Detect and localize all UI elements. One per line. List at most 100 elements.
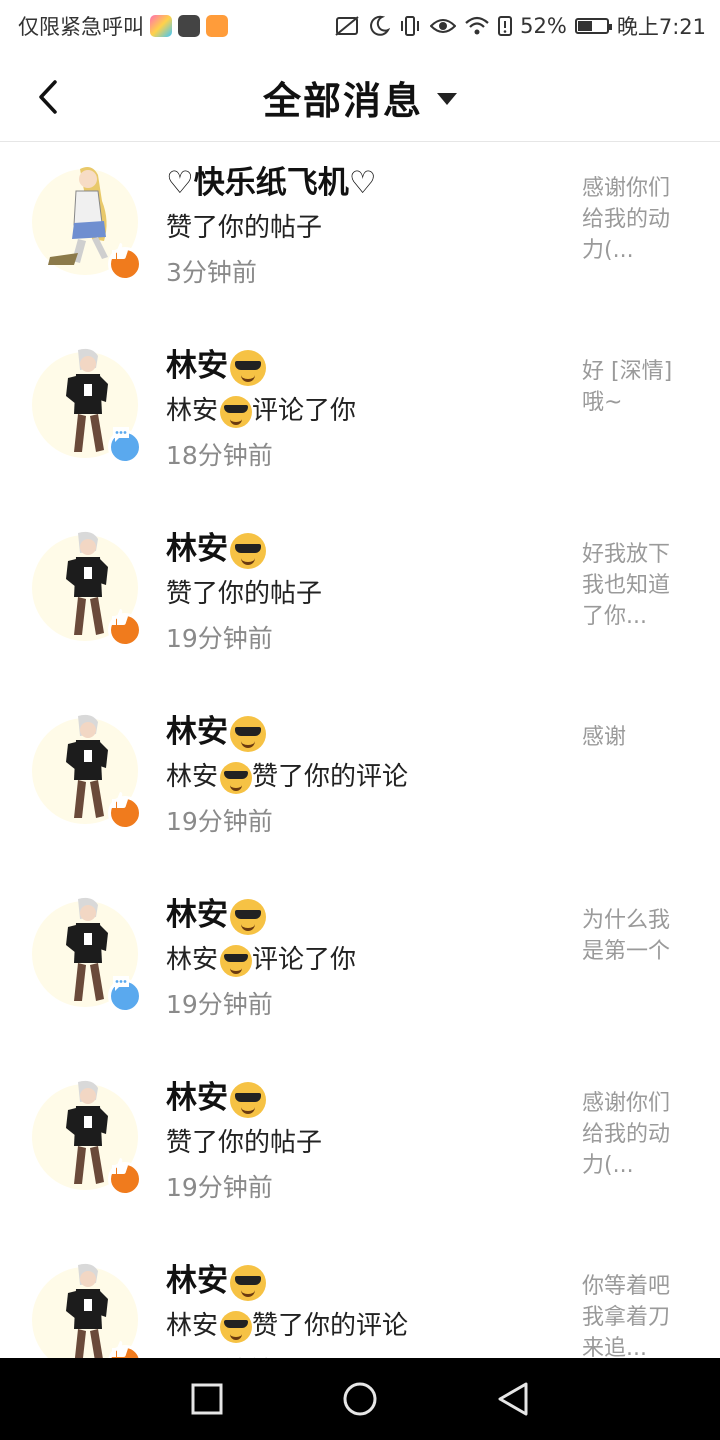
battery-icon <box>574 18 612 34</box>
sunglasses-emoji-icon <box>220 761 253 794</box>
action-text: 林安 评论了你 <box>166 390 356 428</box>
avatar[interactable] <box>32 531 142 647</box>
sender-name-text: 林安 <box>166 897 228 933</box>
home-icon <box>343 1382 377 1416</box>
huawei-app-icon <box>178 15 200 37</box>
sunglasses-emoji-icon <box>230 349 266 386</box>
content-snippet[interactable]: 感谢 <box>582 722 690 753</box>
avatar[interactable] <box>32 714 142 830</box>
sender-name[interactable]: 林安 <box>166 1255 266 1301</box>
chat-bubble-icon <box>113 427 129 442</box>
avatar[interactable] <box>32 897 142 1013</box>
header: 全部消息 <box>0 52 720 142</box>
back-button[interactable] <box>28 74 68 120</box>
content-snippet[interactable]: 感谢你们给我的动力(... <box>582 173 690 266</box>
action-verb: 赞了你的帖子 <box>166 1128 323 1158</box>
action-verb: 评论了你 <box>252 945 357 975</box>
action-actor: 林安 <box>166 1311 219 1341</box>
action-verb: 赞了你的评论 <box>252 762 409 792</box>
message-item[interactable]: 林安 林安 评论了你 19分钟前 为什么我是第一个 <box>0 875 720 1058</box>
sender-name[interactable]: 林安 <box>166 523 266 569</box>
content-snippet[interactable]: 感谢你们给我的动力(... <box>582 1088 690 1181</box>
timestamp: 19分钟前 <box>166 624 273 653</box>
avatar[interactable] <box>32 1080 142 1196</box>
sender-name[interactable]: 林安 <box>166 889 266 935</box>
message-item[interactable]: 林安赞了你的帖子 19分钟前 好我放下我也知道了你... <box>0 509 720 692</box>
like-badge <box>108 243 142 281</box>
sender-name-text: 林安 <box>166 531 228 567</box>
sender-name[interactable]: 林安 <box>166 340 266 386</box>
content-snippet[interactable]: 好 [深情] 哦~ <box>582 356 690 418</box>
page-title: 全部消息 <box>262 78 423 123</box>
message-list[interactable]: ♡快乐纸飞机♡ 赞了你的帖子 3分钟前 感谢你们给我的动力(... 林安 林安 评论了你 18… <box>0 143 720 1358</box>
like-badge <box>108 609 142 647</box>
sender-name-text: 林安 <box>166 1263 228 1299</box>
sender-name-text: 林安 <box>166 714 228 750</box>
battery-fill <box>577 21 593 31</box>
message-item[interactable]: 林安 林安 评论了你 18分钟前好 [深情] 哦~ <box>0 326 720 509</box>
sunglasses-emoji-icon <box>230 1264 266 1301</box>
status-left: 仅限紧急呼叫 <box>18 11 228 41</box>
action-text: 赞了你的帖子 <box>166 1122 322 1159</box>
action-text: 林安 赞了你的评论 <box>166 756 408 794</box>
thumbs-up-icon <box>112 609 128 625</box>
sunglasses-emoji-icon <box>230 715 266 752</box>
timestamp: 19分钟前 <box>166 990 273 1019</box>
sunglasses-emoji-icon <box>230 1081 266 1118</box>
action-actor: 林安 <box>166 396 219 426</box>
status-bar: 仅限紧急呼叫 52% 晚上7:21 <box>0 0 720 52</box>
back-nav-button[interactable] <box>483 1369 543 1429</box>
sunglasses-emoji-icon <box>220 944 253 977</box>
thumbs-up-icon <box>112 792 128 808</box>
avatar[interactable] <box>32 348 142 464</box>
sender-name-text: 林安 <box>166 1080 228 1116</box>
like-badge <box>108 1158 142 1196</box>
recent-apps-button[interactable] <box>177 1369 237 1429</box>
action-actor: 林安 <box>166 762 219 792</box>
clock: 晚上7:21 <box>616 15 706 39</box>
sunglasses-emoji-icon <box>220 395 253 428</box>
comment-badge <box>108 427 142 464</box>
action-verb: 评论了你 <box>252 396 357 426</box>
message-item[interactable]: 林安 赞了你的帖子 19分钟前 感谢你们给我的动力(... <box>0 1058 720 1241</box>
action-actor: 林安 <box>166 945 219 975</box>
action-text: 赞了你的帖子 <box>166 573 322 610</box>
sender-name[interactable]: ♡快乐纸飞机♡ <box>166 157 377 202</box>
back-triangle-icon <box>498 1382 528 1416</box>
content-snippet[interactable]: 为什么我是第一个 <box>582 905 690 967</box>
home-button[interactable] <box>330 1369 390 1429</box>
thumbs-up-icon <box>112 1341 128 1357</box>
wifi-icon <box>464 15 490 37</box>
chevron-left-icon <box>39 80 57 114</box>
action-text: 赞了你的帖子 <box>166 207 322 244</box>
content-snippet[interactable]: 你等着吧我拿着刀来追... <box>582 1271 690 1358</box>
moon-icon <box>368 15 391 37</box>
sunglasses-emoji-icon <box>230 898 266 935</box>
video-app-icon <box>206 15 228 37</box>
no-sim-icon <box>334 15 360 37</box>
thumbs-up-icon <box>112 1158 128 1174</box>
sender-name-text: ♡快乐纸飞机♡ <box>166 165 377 201</box>
alert-battery-icon <box>498 15 513 37</box>
action-verb: 赞了你的帖子 <box>166 213 323 243</box>
action-text: 林安 赞了你的评论 <box>166 1305 408 1343</box>
sender-name-text: 林安 <box>166 348 228 384</box>
carrier-text: 仅限紧急呼叫 <box>18 15 144 39</box>
message-item[interactable]: 林安 林安 赞了你的评论 19分钟前 感谢 <box>0 692 720 875</box>
vibrate-icon <box>398 15 422 37</box>
sender-name[interactable]: 林安 <box>166 706 266 752</box>
avatar[interactable] <box>32 167 142 281</box>
timestamp: 19分钟前 <box>166 1351 273 1358</box>
title-dropdown[interactable]: 全部消息 <box>0 52 720 142</box>
content-snippet[interactable]: 好我放下我也知道了你... <box>582 539 690 632</box>
battery-percent: 52% <box>520 14 567 38</box>
message-item[interactable]: ♡快乐纸飞机♡ 赞了你的帖子 3分钟前 感谢你们给我的动力(... <box>0 143 720 326</box>
chat-bubble-icon <box>113 976 129 991</box>
avatar[interactable] <box>32 1263 142 1358</box>
timestamp: 18分钟前 <box>166 441 273 470</box>
caret-down-icon <box>437 93 457 105</box>
timestamp: 19分钟前 <box>166 807 273 836</box>
like-badge <box>108 792 142 830</box>
sender-name[interactable]: 林安 <box>166 1072 266 1118</box>
message-item[interactable]: 林安林安赞了你的评论19分钟前你等着吧我拿着刀来追... <box>0 1241 720 1358</box>
